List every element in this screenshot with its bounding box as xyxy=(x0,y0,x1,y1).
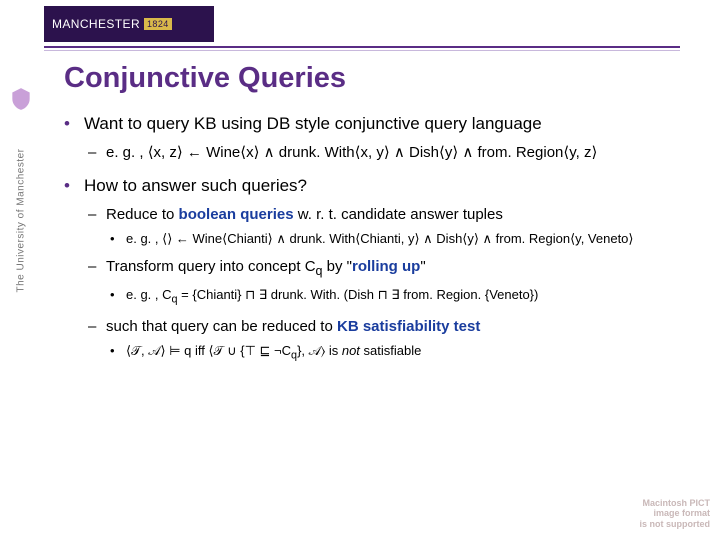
bullet-want-text: Want to query KB using DB style conjunct… xyxy=(84,114,542,133)
eg-prefix: e. g. , xyxy=(106,144,148,161)
bullet-kb: such that query can be reduced to KB sat… xyxy=(84,316,704,364)
kb-eg-prefix: ⟨𝒯, 𝒜⟩ ⊨ q iff ⟨𝒯 ∪ {⊤ ⊑ ¬C xyxy=(126,343,291,358)
reduce-suffix: w. r. t. candidate answer tuples xyxy=(294,206,503,223)
reduce-prefix: Reduce to xyxy=(106,206,179,223)
content-area: Conjunctive Queries Want to query KB usi… xyxy=(64,62,704,376)
brand-main: MANCHESTER xyxy=(52,17,140,31)
kb-eg-suffix: }, 𝒜⟩ is xyxy=(297,343,342,358)
transform-suffix: " xyxy=(420,258,425,275)
brand-badge: MANCHESTER 1824 xyxy=(44,6,214,42)
kb-eg-not: not xyxy=(342,343,360,358)
bullet-how: How to answer such queries? Reduce to bo… xyxy=(64,175,704,364)
bullet-want-eg: e. g. , ⟨x, z⟩ ← Wine⟨x⟩ ∧ drunk. With⟨x… xyxy=(84,142,704,163)
reduce-eg: e. g. , ⟨⟩ ← Wine⟨Chianti⟩ ∧ drunk. With… xyxy=(106,229,704,249)
sidebar-logo: The University of Manchester xyxy=(4,100,38,340)
kb-bold: KB satisfiability test xyxy=(337,318,480,335)
bullet-list-1: Want to query KB using DB style conjunct… xyxy=(64,113,704,364)
divider-top xyxy=(44,46,680,48)
bullet-transform: Transform query into concept Cq by "roll… xyxy=(84,256,704,307)
pict-line1: Macintosh PICT xyxy=(640,498,711,509)
pict-line2: image format xyxy=(640,508,711,519)
bullet-reduce: Reduce to boolean queries w. r. t. candi… xyxy=(84,204,704,249)
divider-bottom xyxy=(44,50,680,51)
transform-prefix: Transform query into concept C xyxy=(106,258,316,275)
bullet-want: Want to query KB using DB style conjunct… xyxy=(64,113,704,163)
bullet-how-text: How to answer such queries? xyxy=(84,176,307,195)
transform-eg: e. g. , Cq = {Chianti} ⊓ ∃ drunk. With. … xyxy=(106,285,704,308)
sidebar-text: The University of Manchester xyxy=(16,148,27,292)
transform-eg-body: = {Chianti} ⊓ ∃ drunk. With. (Dish ⊓ ∃ f… xyxy=(178,287,539,302)
page-title: Conjunctive Queries xyxy=(64,62,704,95)
kb-eg-tail: satisfiable xyxy=(360,343,421,358)
reduce-eg-prefix: e. g. , xyxy=(126,231,162,246)
kb-eg: ⟨𝒯, 𝒜⟩ ⊨ q iff ⟨𝒯 ∪ {⊤ ⊑ ¬Cq}, 𝒜⟩ is not… xyxy=(106,341,704,364)
pict-not-supported: Macintosh PICT image format is not suppo… xyxy=(640,498,711,530)
transform-mid: by " xyxy=(322,258,352,275)
transform-bold: rolling up xyxy=(352,258,420,275)
reduce-eg-body: ⟨⟩ ← Wine⟨Chianti⟩ ∧ drunk. With⟨Chianti… xyxy=(162,231,633,246)
eg-body: ⟨x, z⟩ ← Wine⟨x⟩ ∧ drunk. With⟨x, y⟩ ∧ D… xyxy=(148,144,598,161)
brand-year: 1824 xyxy=(144,18,172,30)
transform-eg-prefix: e. g. , C xyxy=(126,287,172,302)
reduce-bold: boolean queries xyxy=(179,206,294,223)
kb-prefix: such that query can be reduced to xyxy=(106,318,337,335)
pict-line3: is not supported xyxy=(640,519,711,530)
